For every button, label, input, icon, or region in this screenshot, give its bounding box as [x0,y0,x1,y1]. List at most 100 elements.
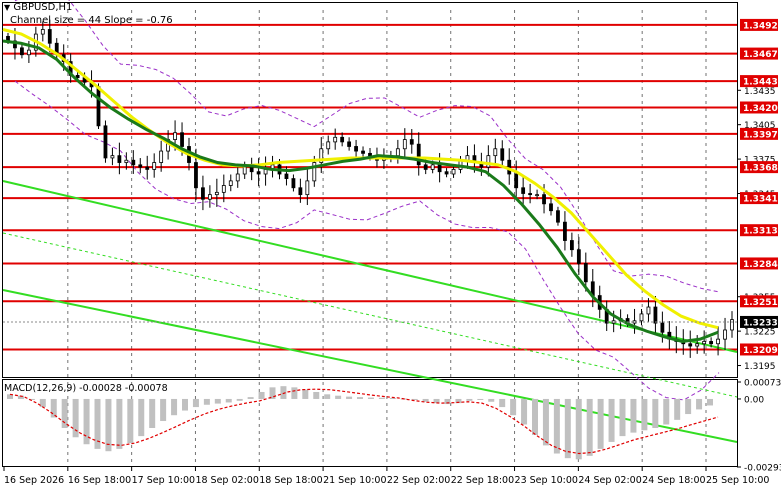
candle-body [180,132,184,147]
macd-bar [149,398,156,428]
macd-bar [619,398,626,437]
candle-body [235,173,240,182]
time-label: 23 Sep 10:00 [515,475,578,486]
candle-body [563,221,567,241]
macd-bar [630,398,637,433]
macd-bar [466,398,473,401]
candle-body [214,191,219,196]
candle-body [730,319,734,331]
candle-body [75,74,80,79]
macd-tick-label: -0.00293 [744,464,781,474]
candle-body [110,155,115,159]
candle-body [194,162,198,189]
macd-bar [674,398,681,420]
level-badge-text: 1.3492 [743,21,778,31]
macd-bar [575,398,582,460]
macd-bar [214,398,221,404]
candle-body [486,155,491,168]
candle-body [201,187,205,200]
time-label: 25 Sep 10:00 [706,475,769,486]
candle-body [437,164,442,173]
macd-tick-label: 0.00 [744,395,764,405]
candle-body [444,171,449,175]
candle-body [40,29,45,35]
candle-body [556,210,560,223]
candle-body [535,194,539,197]
candle-body [159,150,164,163]
price-tick-label: 1.3225 [744,328,776,338]
candle-body [96,86,101,127]
macd-bar [335,395,342,399]
level-badge-text: 1.3420 [743,104,778,114]
candle-body [333,136,338,143]
macd-bar [116,398,123,449]
level-badge-text: 1.3443 [743,78,778,88]
candle-body [576,249,581,264]
time-label: 18 Sep 18:00 [259,475,322,486]
candle-body [298,187,303,196]
macd-bar [225,398,232,403]
candle-body [354,146,358,152]
candle-body [702,341,707,345]
candle-body [347,141,352,147]
chart-canvas[interactable]: 1.34351.34051.33751.33451.32551.32251.31… [0,0,781,489]
candle-body [542,194,546,205]
macd-bar [61,398,68,428]
candle-body [228,180,233,186]
macd-bar [521,398,528,425]
chart-window[interactable]: 1.34351.34051.33751.33451.32551.32251.31… [0,0,781,489]
candle-body [451,169,456,175]
macd-bar [652,398,659,428]
macd-bar [138,398,145,437]
candle-body [709,341,714,345]
candle-body [20,47,24,56]
level-badge-text: 1.3209 [743,346,778,356]
time-label: 21 Sep 10:00 [323,475,386,486]
macd-bar [324,394,331,399]
macd-bar [50,398,57,418]
candle-body [514,173,519,189]
candle-body [207,194,212,200]
candle-body [284,173,289,179]
candle-body [124,159,129,163]
level-badge-text: 1.3313 [743,227,778,237]
triangle-down-icon[interactable]: ▼ [4,3,10,12]
macd-bar [192,398,199,408]
time-label: 22 Sep 18:00 [451,475,514,486]
macd-bar [357,397,363,399]
candle-body [368,152,372,157]
macd-bar [707,398,713,406]
candle-body [549,203,553,212]
candle-body [723,329,727,340]
candle-body [653,306,658,324]
candle-body [569,240,574,251]
macd-bar [488,398,495,402]
macd-bar [663,398,670,425]
candle-body [256,171,261,175]
macd-bar [182,398,188,411]
level-badge-text: 1.3397 [743,130,778,140]
candle-body [521,187,526,194]
candle-body [242,166,247,175]
macd-bar [203,398,210,405]
price-tick-label: 1.3435 [744,87,776,97]
candle-body [416,143,421,166]
time-label: 24 Sep 02:00 [578,475,641,486]
candle-body [716,338,720,345]
macd-bar [302,389,309,399]
candle-body [639,313,644,322]
time-label: 22 Sep 02:00 [387,475,450,486]
symbol-label: GBPUSD,H1 [13,2,73,13]
macd-bar [280,386,287,399]
candle-body [361,150,365,154]
macd-bar [313,391,320,399]
time-label: 17 Sep 10:00 [132,475,195,486]
candle-body [340,136,345,143]
candle-body [263,169,268,175]
macd-bar [236,398,243,401]
macd-bar [346,396,353,399]
candle-body [173,132,177,140]
time-label: 18 Sep 02:00 [195,475,258,486]
candle-body [402,139,407,150]
macd-bar [389,398,396,400]
